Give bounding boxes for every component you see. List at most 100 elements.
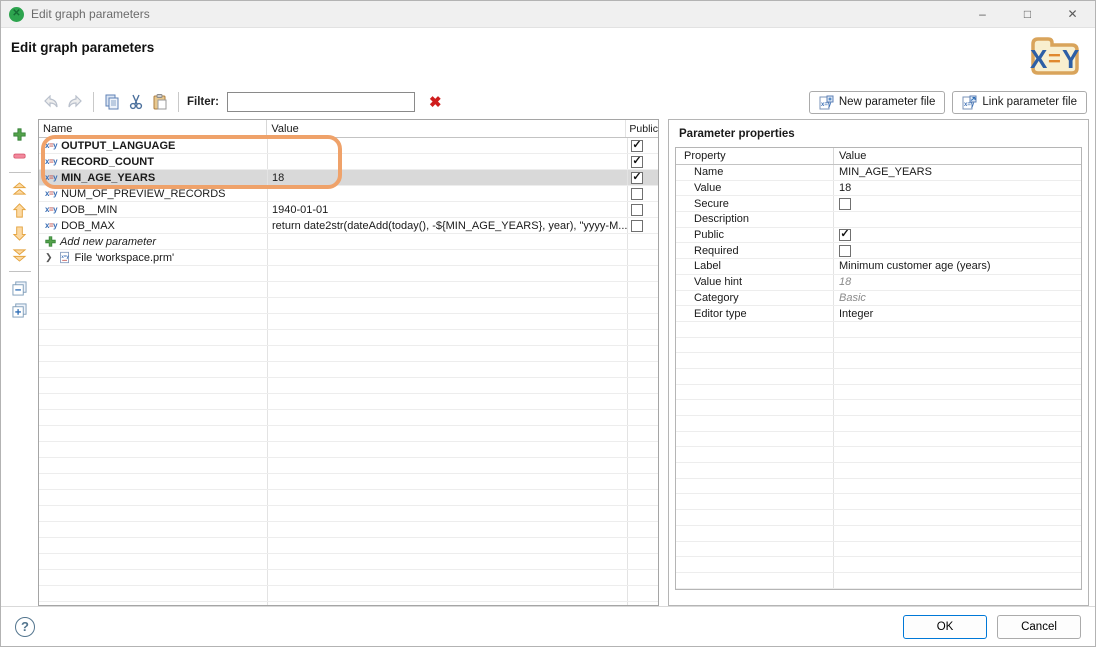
redo-icon[interactable]: [64, 92, 86, 112]
property-row[interactable]: NameMIN_AGE_YEARS: [676, 165, 1081, 181]
parameter-name: RECORD_COUNT: [61, 156, 154, 168]
cancel-button[interactable]: Cancel: [997, 615, 1081, 639]
empty-row: [39, 522, 658, 538]
clear-filter-icon[interactable]: ✖: [429, 93, 442, 111]
parameter-properties-title: Parameter properties: [669, 120, 1088, 147]
panel-splitter[interactable]: [659, 119, 668, 606]
add-new-parameter-row[interactable]: Add new parameter: [39, 234, 658, 250]
empty-row: [39, 538, 658, 554]
checkbox[interactable]: [631, 188, 643, 200]
checkbox[interactable]: [631, 172, 643, 184]
table-row[interactable]: x=yOUTPUT_LANGUAGE: [39, 138, 658, 154]
checkbox[interactable]: [631, 220, 643, 232]
empty-property-row: [676, 416, 1081, 432]
parameter-public-cell: [628, 186, 658, 201]
parameter-value[interactable]: [268, 154, 628, 169]
checkbox[interactable]: [839, 198, 851, 210]
help-icon[interactable]: ?: [15, 617, 35, 637]
remove-parameter-icon[interactable]: [10, 147, 30, 165]
property-row[interactable]: Description: [676, 212, 1081, 228]
ok-button[interactable]: OK: [903, 615, 987, 639]
parameter-value[interactable]: 1940-01-01: [268, 202, 628, 217]
checkbox[interactable]: [631, 156, 643, 168]
move-top-icon[interactable]: [10, 180, 30, 198]
title-bar: ✕ Edit graph parameters – □ ✕: [1, 1, 1095, 28]
empty-property-row: [676, 322, 1081, 338]
checkbox[interactable]: [631, 140, 643, 152]
maximize-button[interactable]: □: [1005, 1, 1050, 27]
checkbox[interactable]: [631, 204, 643, 216]
empty-property-row: [676, 526, 1081, 542]
empty-row: [39, 314, 658, 330]
table-row[interactable]: x=yRECORD_COUNT: [39, 154, 658, 170]
property-row[interactable]: CategoryBasic: [676, 291, 1081, 307]
checkbox[interactable]: [839, 245, 851, 257]
move-up-icon[interactable]: [10, 202, 30, 220]
parameter-value[interactable]: [268, 138, 628, 153]
move-bottom-icon[interactable]: [10, 246, 30, 264]
svg-text:x=y: x=y: [821, 102, 832, 108]
parameter-value[interactable]: [268, 186, 628, 201]
move-down-icon[interactable]: [10, 224, 30, 242]
expand-all-icon[interactable]: [10, 301, 30, 319]
checkbox[interactable]: [839, 229, 851, 241]
property-row[interactable]: Secure: [676, 196, 1081, 212]
link-parameter-file-button[interactable]: x=y Link parameter file: [952, 91, 1087, 114]
collapse-all-icon[interactable]: [10, 279, 30, 297]
property-row[interactable]: Required: [676, 243, 1081, 259]
property-value[interactable]: MIN_AGE_YEARS: [834, 165, 1081, 180]
new-parameter-file-button[interactable]: x=y New parameter file: [809, 91, 946, 114]
property-value[interactable]: [834, 212, 1081, 227]
expand-chevron-icon[interactable]: ❯: [45, 252, 53, 263]
empty-property-row: [676, 432, 1081, 448]
parameter-value[interactable]: return date2str(dateAdd(today(), -${MIN_…: [268, 218, 628, 233]
empty-row: [39, 394, 658, 410]
parameter-public-cell: [628, 170, 658, 185]
column-header-prop-value[interactable]: Value: [834, 148, 1081, 164]
filter-label: Filter:: [187, 96, 219, 108]
empty-row: [39, 442, 658, 458]
main-area: Name Value Public x=yOUTPUT_LANGUAGEx=yR…: [1, 119, 1095, 606]
property-value[interactable]: Minimum customer age (years): [834, 259, 1081, 274]
table-row[interactable]: x=yNUM_OF_PREVIEW_RECORDS: [39, 186, 658, 202]
graph-parameters-logo-icon: X = Y: [1027, 34, 1079, 80]
parameter-file-row[interactable]: ❯x=yFile 'workspace.prm': [39, 250, 658, 266]
column-header-value[interactable]: Value: [267, 120, 626, 137]
parameter-icon: x=y: [45, 190, 57, 198]
table-row[interactable]: x=yDOB__MIN1940-01-01: [39, 202, 658, 218]
undo-icon[interactable]: [40, 92, 62, 112]
column-header-property[interactable]: Property: [676, 148, 834, 164]
table-row[interactable]: x=yMIN_AGE_YEARS18: [39, 170, 658, 186]
table-row[interactable]: x=yDOB_MAXreturn date2str(dateAdd(today(…: [39, 218, 658, 234]
property-value[interactable]: 18: [834, 275, 1081, 290]
copy-icon[interactable]: [101, 92, 123, 112]
toolbar: Filter: ✖ x=y New parameter file x=y Lin…: [1, 85, 1095, 119]
property-row[interactable]: Value hint18: [676, 275, 1081, 291]
property-row[interactable]: Value18: [676, 181, 1081, 197]
close-button[interactable]: ✕: [1050, 1, 1095, 27]
parameter-value[interactable]: 18: [268, 170, 628, 185]
parameter-public-cell: [628, 154, 658, 169]
property-value[interactable]: 18: [834, 181, 1081, 196]
svg-text:Y: Y: [1062, 44, 1079, 74]
property-row[interactable]: LabelMinimum customer age (years): [676, 259, 1081, 275]
property-value[interactable]: Basic: [834, 291, 1081, 306]
property-row[interactable]: Public: [676, 228, 1081, 244]
property-row[interactable]: Editor typeInteger: [676, 306, 1081, 322]
property-value[interactable]: Integer: [834, 306, 1081, 321]
filter-input[interactable]: [227, 92, 415, 112]
empty-row: [39, 474, 658, 490]
svg-text:x=y: x=y: [61, 254, 69, 259]
property-value: [834, 228, 1081, 243]
add-parameter-icon[interactable]: [10, 125, 30, 143]
cut-icon[interactable]: [125, 92, 147, 112]
svg-text:X: X: [1030, 44, 1048, 74]
column-header-public[interactable]: Public: [626, 120, 658, 137]
column-header-name[interactable]: Name: [39, 120, 267, 137]
empty-row: [39, 346, 658, 362]
minimize-button[interactable]: –: [960, 1, 1005, 27]
link-parameter-file-label: Link parameter file: [982, 96, 1077, 108]
empty-property-row: [676, 510, 1081, 526]
property-value: [834, 196, 1081, 211]
paste-icon[interactable]: [149, 92, 171, 112]
